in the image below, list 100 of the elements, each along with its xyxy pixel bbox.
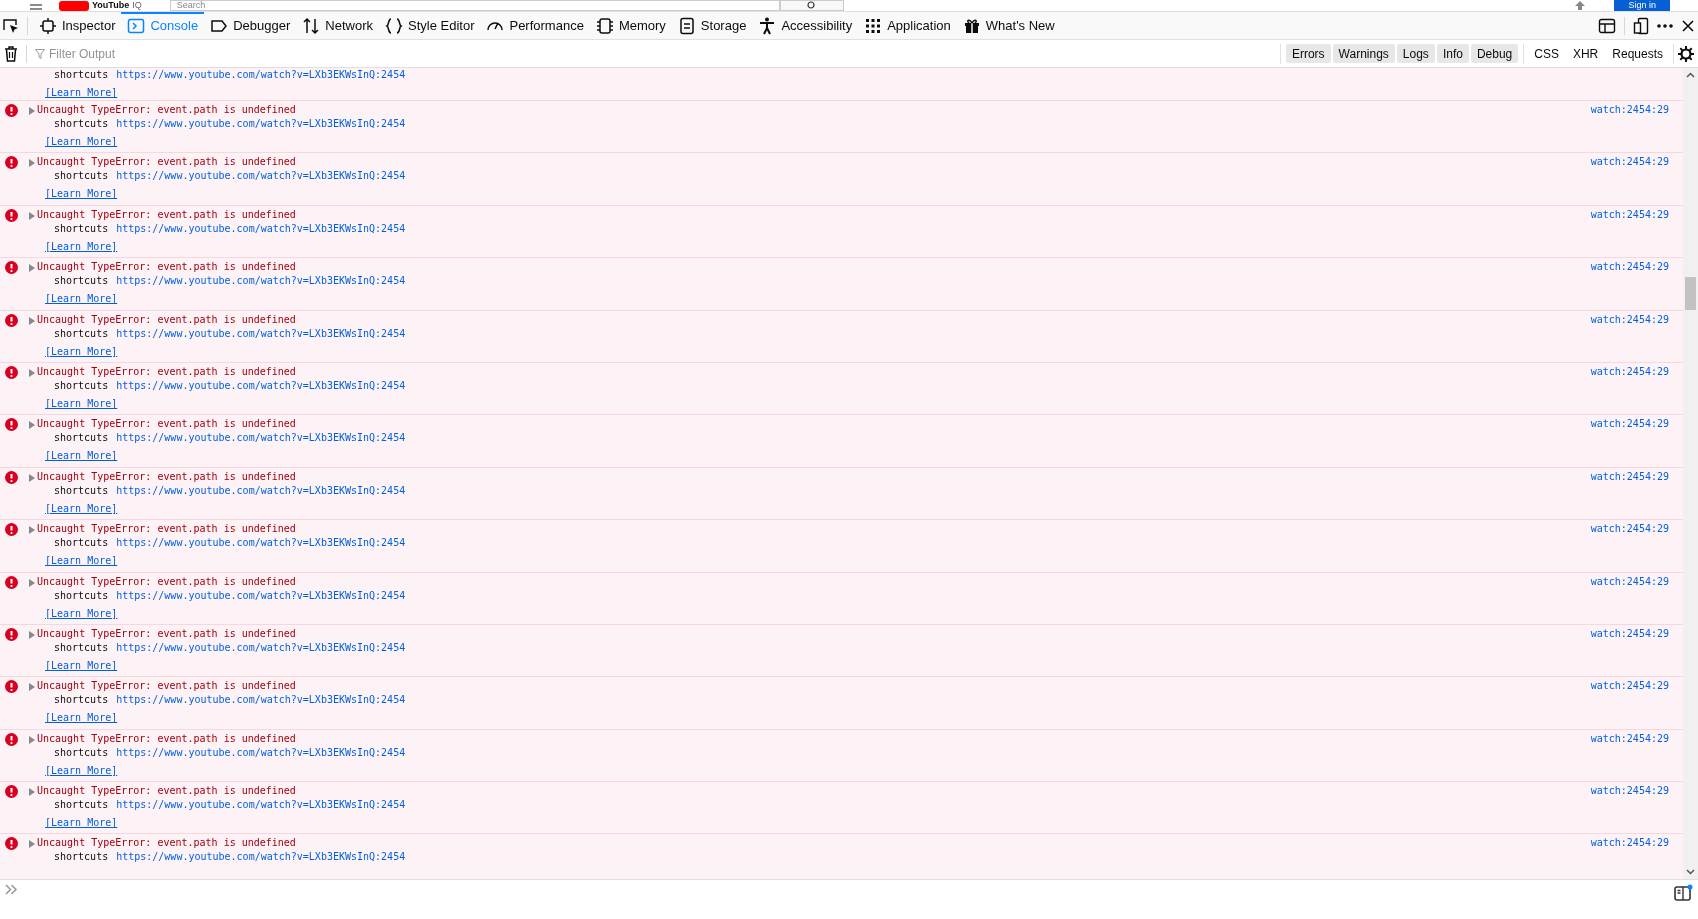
learn-more-link[interactable]: [Learn More] [45,501,118,516]
trash-icon[interactable] [4,45,18,62]
source-location-link[interactable]: watch:2454:29 [1590,417,1669,432]
search-field[interactable]: Search [169,0,780,11]
source-location-link[interactable]: watch:2454:29 [1590,103,1669,117]
learn-more-link[interactable]: [Learn More] [45,606,118,621]
learn-more-link[interactable]: [Learn More] [45,292,118,307]
filter-toggle[interactable]: Info [1436,44,1469,63]
stack-url-link[interactable]: https://www.youtube.com/watch?v=LXb3EKWsInQ:2454 [116,117,406,131]
error-icon [5,732,18,746]
filter-toggle[interactable]: Errors [1285,44,1331,63]
expand-arrow-icon[interactable] [29,735,35,744]
source-location-link[interactable]: watch:2454:29 [1590,469,1669,484]
upload-icon[interactable] [1574,1,1587,10]
learn-more-link[interactable]: [Learn More] [45,86,118,100]
learn-more-link[interactable]: [Learn More] [45,135,118,149]
expand-arrow-icon[interactable] [29,788,35,797]
devtools-tab[interactable]: What's New [956,11,1061,40]
filter-field[interactable]: Filter Output [49,44,1280,63]
filter-toggle[interactable]: Requests [1606,44,1669,63]
source-location-link[interactable]: watch:2454:29 [1590,626,1669,641]
devtools-tab[interactable]: Debugger [204,11,297,40]
responsive-view-icon[interactable] [1633,16,1649,35]
stack-url-link[interactable]: https://www.youtube.com/watch?v=LXb3EKWsInQ:2454 [116,588,406,603]
stack-url-link[interactable]: https://www.youtube.com/watch?v=LXb3EKWsInQ:2454 [116,68,406,82]
stack-url-link[interactable]: https://www.youtube.com/watch?v=LXb3EKWsInQ:2454 [116,274,406,289]
stack-url-link[interactable]: https://www.youtube.com/watch?v=LXb3EKWsInQ:2454 [116,326,406,341]
stack-function: shortcuts [54,483,109,498]
stack-url-link[interactable]: https://www.youtube.com/watch?v=LXb3EKWsInQ:2454 [116,378,406,393]
stack-url-link[interactable]: https://www.youtube.com/watch?v=LXb3EKWsInQ:2454 [116,693,406,708]
source-location-link[interactable]: watch:2454:29 [1590,784,1669,799]
expand-arrow-icon[interactable] [29,421,35,430]
search-button[interactable] [779,0,844,11]
learn-more-link[interactable]: [Learn More] [45,344,118,359]
devtools-tab[interactable]: Network [296,11,379,40]
filter-toggle[interactable]: CSS [1528,44,1565,63]
devtools-tab[interactable]: Storage [671,11,753,40]
expand-arrow-icon[interactable] [29,578,35,587]
expand-arrow-icon[interactable] [29,683,35,692]
learn-more-link[interactable]: [Learn More] [45,816,118,831]
learn-more-link[interactable]: [Learn More] [45,187,118,202]
stack-url-link[interactable]: https://www.youtube.com/watch?v=LXb3EKWsInQ:2454 [116,431,406,446]
settings-icon[interactable] [1678,45,1694,62]
learn-more-link[interactable]: [Learn More] [45,711,118,726]
stack-url-link[interactable]: https://www.youtube.com/watch?v=LXb3EKWsInQ:2454 [116,798,406,813]
source-location-link[interactable]: watch:2454:29 [1590,312,1669,327]
stack-url-link[interactable]: https://www.youtube.com/watch?v=LXb3EKWsInQ:2454 [116,483,406,498]
learn-more-link[interactable]: [Learn More] [45,554,118,569]
filter-toggle[interactable]: XHR [1566,44,1605,63]
source-location-link[interactable]: watch:2454:29 [1590,574,1669,589]
devtools-tab[interactable]: Application [858,11,957,40]
learn-more-link[interactable]: [Learn More] [45,449,118,464]
devtools-tab[interactable]: Inspector [33,11,122,40]
expand-arrow-icon[interactable] [29,630,35,639]
stack-url-link[interactable]: https://www.youtube.com/watch?v=LXb3EKWsInQ:2454 [116,169,406,184]
expand-arrow-icon[interactable] [29,840,35,849]
source-location-link[interactable]: watch:2454:29 [1590,364,1669,379]
source-location-link[interactable]: watch:2454:29 [1590,207,1669,222]
stack-url-link[interactable]: https://www.youtube.com/watch?v=LXb3EKWsInQ:2454 [116,745,406,760]
filter-toggle[interactable]: Debug [1470,44,1519,63]
devtools-tab[interactable]: Performance [480,11,590,40]
expand-arrow-icon[interactable] [29,107,35,115]
learn-more-link[interactable]: [Learn More] [45,239,118,254]
scroll-down-icon[interactable] [1686,869,1695,875]
scrollbar[interactable] [1683,68,1698,879]
sign-in-button[interactable]: Sign in [1614,0,1670,11]
scroll-up-icon[interactable] [1686,72,1695,78]
stack-url-link[interactable]: https://www.youtube.com/watch?v=LXb3EKWsInQ:2454 [116,536,406,551]
stack-url-link[interactable]: https://www.youtube.com/watch?v=LXb3EKWsInQ:2454 [116,221,406,236]
more-options-icon[interactable] [1657,23,1673,28]
expand-arrow-icon[interactable] [29,368,35,377]
expand-arrow-icon[interactable] [29,211,35,220]
filter-toggle[interactable]: Logs [1396,44,1435,63]
devtools-tab[interactable]: Console [121,11,205,40]
expand-arrow-icon[interactable] [29,526,35,535]
learn-more-link[interactable]: [Learn More] [45,763,118,778]
expand-arrow-icon[interactable] [29,159,35,168]
element-picker-icon[interactable] [2,16,20,35]
stack-url-link[interactable]: https://www.youtube.com/watch?v=LXb3EKWsInQ:2454 [116,640,406,655]
devtools-tab[interactable]: Accessibility [752,11,859,40]
expand-arrow-icon[interactable] [29,316,35,325]
scrollbar-thumb[interactable] [1685,277,1696,310]
dock-layout-icon[interactable] [1598,17,1616,34]
source-location-link[interactable]: watch:2454:29 [1590,260,1669,275]
source-location-link[interactable]: watch:2454:29 [1590,522,1669,537]
devtools-tab[interactable]: Style Editor [379,11,481,40]
source-location-link[interactable]: watch:2454:29 [1590,836,1669,851]
menu-icon[interactable] [29,1,43,10]
stack-url-link[interactable]: https://www.youtube.com/watch?v=LXb3EKWsInQ:2454 [116,850,406,865]
close-icon[interactable] [1682,19,1694,32]
source-location-link[interactable]: watch:2454:29 [1590,155,1669,170]
learn-more-link[interactable]: [Learn More] [45,658,118,673]
expand-arrow-icon[interactable] [29,264,35,273]
expand-arrow-icon[interactable] [29,473,35,482]
learn-more-link[interactable]: [Learn More] [45,396,118,411]
source-location-link[interactable]: watch:2454:29 [1590,731,1669,746]
sidebar-toggle-icon[interactable] [1674,884,1693,901]
filter-toggle[interactable]: Warnings [1332,44,1395,63]
devtools-tab[interactable]: Memory [589,11,672,40]
source-location-link[interactable]: watch:2454:29 [1590,679,1669,694]
